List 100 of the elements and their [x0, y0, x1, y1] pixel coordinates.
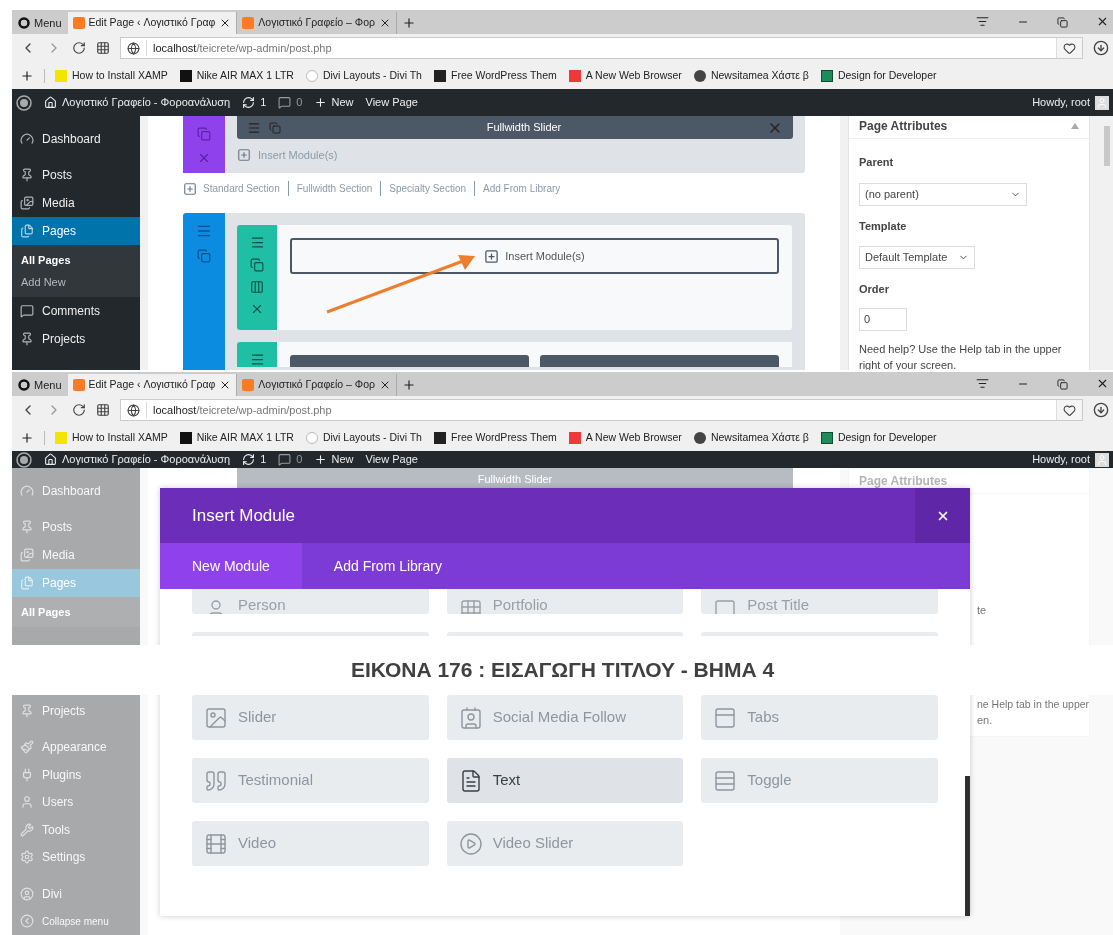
new-link[interactable]: New: [314, 451, 354, 468]
dialog-tab[interactable]: New Module: [160, 543, 302, 589]
download-icon[interactable]: [1093, 40, 1109, 56]
browser-tab[interactable]: Edit Page ‹ Λογιστικό Γραφ: [67, 12, 238, 34]
bookmark-item[interactable]: Free WordPress Them: [433, 67, 557, 84]
sidebar-item[interactable]: Comments: [12, 297, 140, 325]
bookmark-favicon-icon: [820, 69, 833, 82]
plug-icon: [20, 767, 34, 782]
bookmark-favicon-icon: [55, 69, 67, 82]
restore-icon[interactable]: [1057, 17, 1068, 28]
address-field[interactable]: localhost/teicrete/wp-admin/post.php: [120, 37, 1083, 59]
restore-icon[interactable]: [1057, 379, 1068, 390]
bookmark-favicon-icon: [179, 431, 192, 444]
template-select[interactable]: Default Template: [859, 246, 975, 269]
browser-logo-icon: [18, 17, 30, 29]
bookmark-item[interactable]: How to Install XAMP: [55, 429, 168, 446]
tab-menu-icon[interactable]: [976, 377, 989, 390]
add-icon: [237, 148, 251, 163]
media-icon: [20, 548, 34, 562]
new-tab-icon[interactable]: [401, 16, 416, 30]
contact-card-icon: [458, 705, 483, 730]
sidebar-item[interactable]: Dashboard: [12, 125, 140, 153]
comments-link[interactable]: 0: [278, 451, 303, 468]
bookmark-item[interactable]: Divi Layouts - Divi Th: [305, 67, 422, 84]
film-icon: [204, 831, 228, 856]
section-handle[interactable]: [183, 213, 225, 370]
reload-icon[interactable]: [72, 41, 86, 55]
wrench-icon: [20, 822, 34, 837]
bookmark-item[interactable]: Free WordPress Them: [433, 429, 557, 446]
new-tab-icon[interactable]: [401, 378, 416, 392]
columns-icon[interactable]: [250, 280, 264, 294]
browser-menu-button[interactable]: Menu: [12, 374, 68, 396]
updates-link[interactable]: 1: [242, 94, 267, 111]
address-field[interactable]: localhost/teicrete/wp-admin/post.php: [120, 399, 1083, 421]
bookmark-item[interactable]: Newsitamea Χάστε β: [693, 429, 809, 446]
bookmark-item[interactable]: Design for Developer: [820, 67, 937, 84]
drag-icon[interactable]: [196, 223, 212, 239]
field-label: Order: [859, 282, 890, 297]
browser-menu-button[interactable]: Menu: [12, 12, 68, 34]
favicon-icon: [72, 17, 85, 29]
bookmark-item[interactable]: Divi Layouts - Divi Th: [305, 429, 422, 446]
brush-icon: [20, 740, 34, 755]
collapse-icon: [20, 914, 34, 929]
bookmark-favicon-icon: [568, 431, 581, 444]
download-icon[interactable]: [1093, 402, 1109, 418]
bookmark-heart-button[interactable]: [1056, 400, 1082, 420]
wordpress-logo-icon[interactable]: [16, 94, 32, 111]
tabs-icon: [713, 705, 738, 730]
module-bar[interactable]: Fullwidth Slider: [237, 116, 793, 139]
bookmark-item[interactable]: A New Web Browser: [568, 67, 682, 84]
close-window-icon[interactable]: [1096, 377, 1109, 390]
row-handle[interactable]: [237, 225, 277, 330]
module-option[interactable]: Text: [446, 758, 684, 803]
updates-link[interactable]: 1: [242, 451, 267, 468]
duplicate-icon[interactable]: [197, 249, 211, 263]
field-label: Template: [859, 218, 908, 234]
sidebar-subitem[interactable]: Add New: [12, 271, 140, 293]
order-input[interactable]: 0: [859, 307, 907, 331]
row-handle[interactable]: [237, 342, 277, 367]
tab-menu-icon[interactable]: [976, 15, 989, 28]
bookmark-item[interactable]: Nike AIR MAX 1 LTR: [179, 67, 294, 84]
new-link[interactable]: New: [314, 94, 354, 111]
insert-module-button[interactable]: Insert Module(s): [290, 238, 779, 274]
drag-icon[interactable]: [249, 352, 265, 367]
sidebar-item[interactable]: Media: [12, 189, 140, 217]
view-page-link[interactable]: View Page: [365, 451, 418, 468]
comments-link[interactable]: 0: [278, 94, 303, 111]
bookmark-item[interactable]: How to Install XAMP: [55, 67, 168, 84]
site-name-link[interactable]: Λογιστικό Γραφείο - Φοροανάλυση: [44, 94, 231, 111]
add-bookmark-icon[interactable]: [20, 68, 34, 83]
add-bookmark-icon[interactable]: [20, 430, 34, 445]
bookmark-item[interactable]: Nike AIR MAX 1 LTR: [179, 429, 294, 446]
pin-icon: [20, 332, 34, 346]
bookmark-item[interactable]: Design for Developer: [820, 429, 937, 446]
view-page-link[interactable]: View Page: [365, 94, 418, 111]
sidebar-item[interactable]: Posts: [12, 161, 140, 189]
tab-title: Edit Page ‹ Λογιστικό Γραφ: [88, 377, 216, 393]
bookmark-item[interactable]: A New Web Browser: [568, 429, 682, 446]
bookmark-item[interactable]: Newsitamea Χάστε β: [693, 67, 809, 84]
collapse-icon[interactable]: [1071, 123, 1079, 129]
bookmark-heart-button[interactable]: [1056, 38, 1082, 58]
wordpress-logo-icon[interactable]: [16, 451, 32, 468]
site-name-link[interactable]: Λογιστικό Γραφείο - Φοροανάλυση: [44, 451, 231, 468]
parent-select[interactable]: (no parent): [859, 182, 1027, 206]
duplicate-icon[interactable]: [250, 258, 264, 272]
delete-icon[interactable]: [250, 302, 264, 316]
account-link[interactable]: Howdy, root: [1032, 451, 1109, 468]
speed-dial-icon[interactable]: [96, 403, 110, 417]
url-host: localhost: [146, 39, 197, 57]
account-link[interactable]: Howdy, root: [1032, 94, 1109, 111]
close-window-icon[interactable]: [1096, 15, 1109, 28]
browser-tab[interactable]: Edit Page ‹ Λογιστικό Γραφ: [67, 374, 238, 396]
speed-dial-icon[interactable]: [96, 41, 110, 55]
sidebar-item[interactable]: Pages: [12, 217, 140, 245]
sidebar-subitem[interactable]: All Pages: [12, 249, 140, 271]
add-icon: [484, 248, 500, 264]
sidebar-item[interactable]: Projects: [12, 325, 140, 353]
drag-icon[interactable]: [249, 235, 265, 250]
heart-icon: [1063, 403, 1076, 417]
reload-icon[interactable]: [72, 403, 86, 417]
